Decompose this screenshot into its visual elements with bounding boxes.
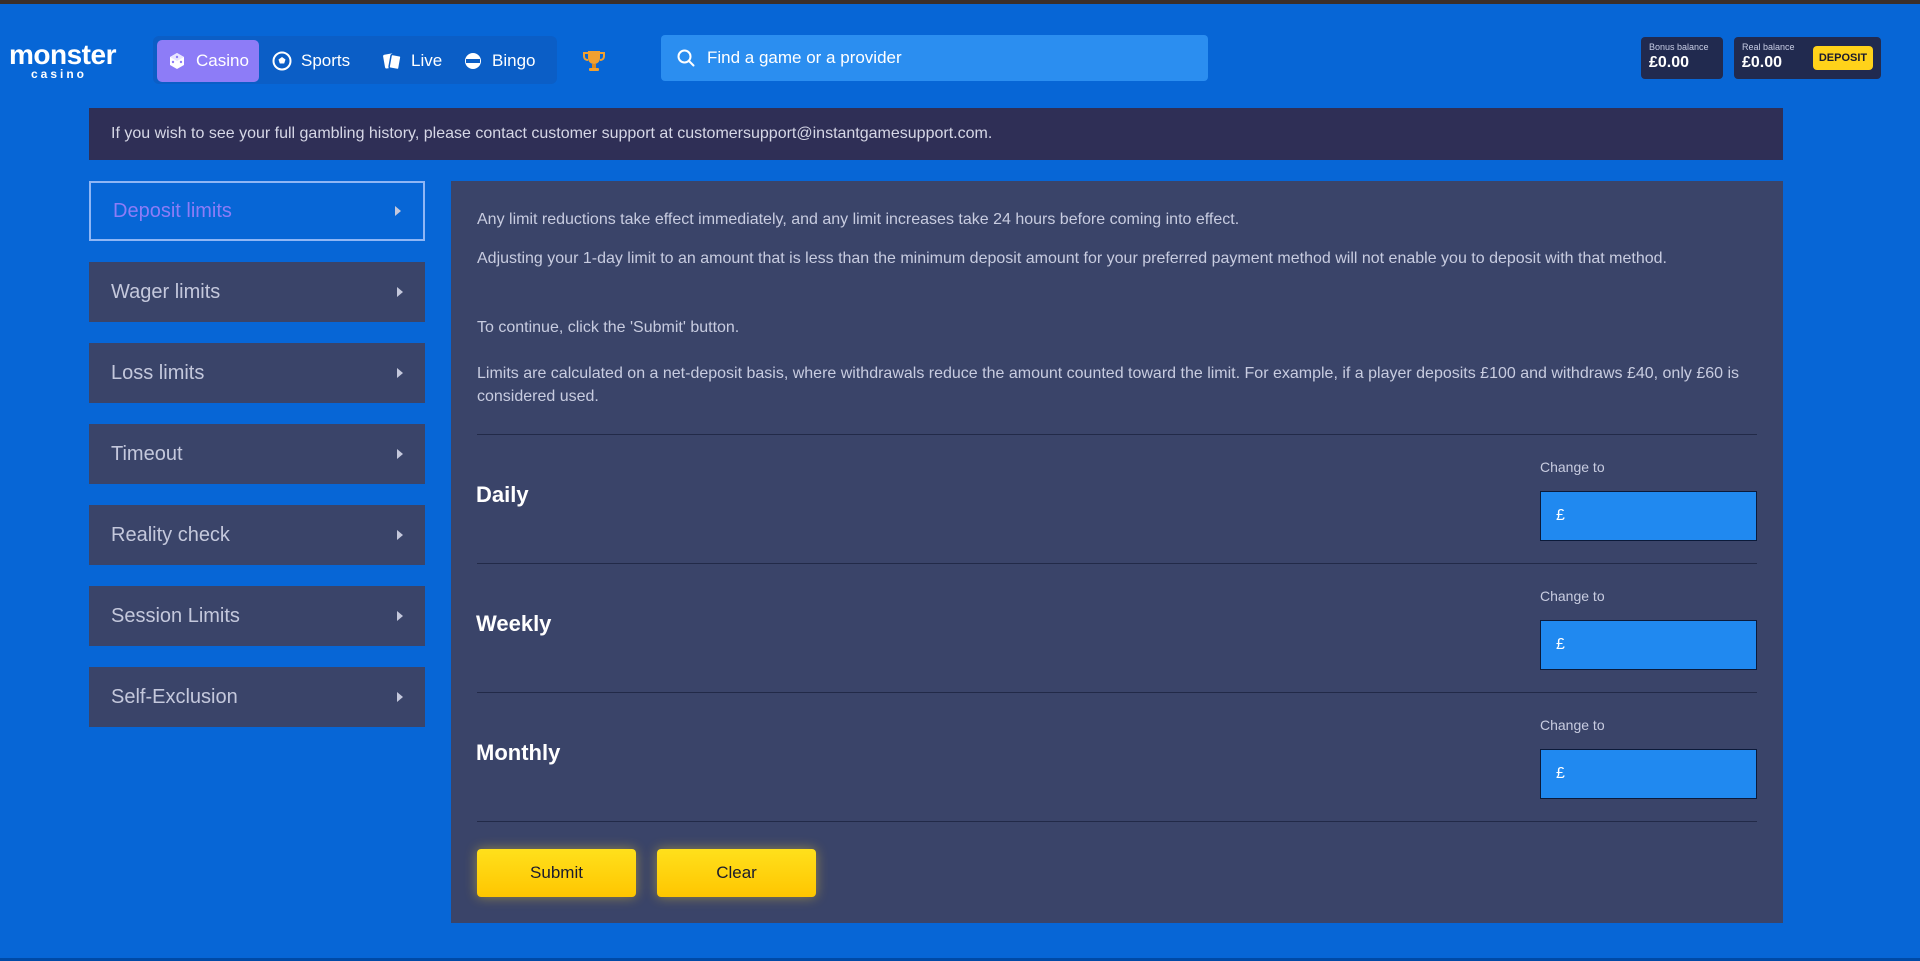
weekly-label: Weekly: [476, 611, 552, 636]
main-nav: Casino Sports Live Bingo: [153, 36, 557, 84]
info-text: To continue, click the 'Submit' button.: [477, 319, 740, 336]
chevron-right-icon: [397, 449, 403, 459]
clear-button[interactable]: Clear: [657, 849, 816, 897]
sidebar-item-reality-check[interactable]: Reality check: [89, 505, 425, 565]
nav-bingo[interactable]: Bingo: [453, 40, 545, 82]
sidebar-item-label: Reality check: [111, 523, 230, 546]
info-text: Adjusting your 1-day limit to an amount …: [477, 250, 1667, 267]
nav-live-label: Live: [411, 51, 443, 70]
info-text: Limits are calculated on a net-deposit b…: [477, 365, 1740, 405]
bonus-balance-label: Bonus balance: [1649, 42, 1709, 52]
logo-sub-text: casino: [30, 67, 87, 81]
deposit-button[interactable]: DEPOSIT: [1813, 46, 1873, 70]
soccer-ball-icon: [272, 51, 292, 71]
nav-casino[interactable]: Casino: [157, 40, 259, 82]
sidebar-item-self-exclusion[interactable]: Self-Exclusion: [89, 667, 425, 727]
currency-symbol: £: [1556, 765, 1565, 782]
chevron-right-icon: [395, 206, 401, 216]
monthly-label: Monthly: [476, 740, 561, 765]
sidebar-item-label: Timeout: [111, 442, 183, 465]
logo[interactable]: monster casino: [9, 39, 116, 81]
deposit-limits-panel: Any limit reductions take effect immedia…: [451, 181, 1783, 923]
sidebar-item-label: Wager limits: [111, 280, 221, 303]
bonus-balance[interactable]: Bonus balance £0.00: [1641, 37, 1723, 79]
divider: [477, 821, 1757, 822]
currency-symbol: £: [1556, 507, 1565, 524]
search-icon: [677, 49, 695, 67]
info-text: Any limit reductions take effect immedia…: [477, 211, 1240, 228]
header: monster casino Casino Sports Live Bingo …: [0, 4, 1920, 108]
daily-limit-input[interactable]: £: [1540, 491, 1757, 541]
daily-label: Daily: [476, 482, 529, 507]
search-input[interactable]: Find a game or a provider: [661, 35, 1208, 81]
monthly-limit-input[interactable]: £: [1540, 749, 1757, 799]
chevron-right-icon: [397, 368, 403, 378]
bonus-balance-value: £0.00: [1649, 54, 1690, 71]
search-placeholder: Find a game or a provider: [707, 48, 902, 67]
divider: [477, 692, 1757, 693]
sidebar-item-label: Session Limits: [111, 604, 240, 627]
nav-sports[interactable]: Sports: [262, 40, 360, 82]
dice-icon: [170, 53, 184, 69]
sidebar-item-session-limits[interactable]: Session Limits: [89, 586, 425, 646]
chevron-right-icon: [397, 530, 403, 540]
cards-icon: [383, 53, 402, 71]
change-to-label: Change to: [1540, 588, 1605, 604]
nav-live[interactable]: Live: [372, 40, 452, 82]
gambling-history-notice: If you wish to see your full gambling hi…: [89, 108, 1783, 160]
divider: [477, 563, 1757, 564]
submit-button[interactable]: Submit: [477, 849, 636, 897]
sidebar-item-label: Self-Exclusion: [111, 685, 238, 708]
sidebar-item-loss-limits[interactable]: Loss limits: [89, 343, 425, 403]
chevron-right-icon: [397, 611, 403, 621]
nav-sports-label: Sports: [301, 51, 351, 70]
sidebar-item-label: Loss limits: [111, 361, 205, 384]
change-to-label: Change to: [1540, 717, 1605, 733]
bingo-ball-icon: [465, 53, 481, 69]
sidebar-item-deposit-limits[interactable]: Deposit limits: [89, 181, 425, 241]
chevron-right-icon: [397, 287, 403, 297]
logo-main-text: monster: [9, 39, 116, 70]
nav-casino-label: Casino: [196, 51, 249, 70]
nav-bingo-label: Bingo: [492, 51, 536, 70]
change-to-label: Change to: [1540, 459, 1605, 475]
weekly-limit-input[interactable]: £: [1540, 620, 1757, 670]
sidebar-item-wager-limits[interactable]: Wager limits: [89, 262, 425, 322]
sidebar-item-timeout[interactable]: Timeout: [89, 424, 425, 484]
sidebar-item-label: Deposit limits: [113, 199, 232, 222]
divider: [477, 434, 1757, 435]
real-balance[interactable]: Real balance £0.00 DEPOSIT: [1734, 37, 1881, 79]
chevron-right-icon: [397, 692, 403, 702]
trophy-icon[interactable]: [581, 48, 607, 74]
currency-symbol: £: [1556, 636, 1565, 653]
